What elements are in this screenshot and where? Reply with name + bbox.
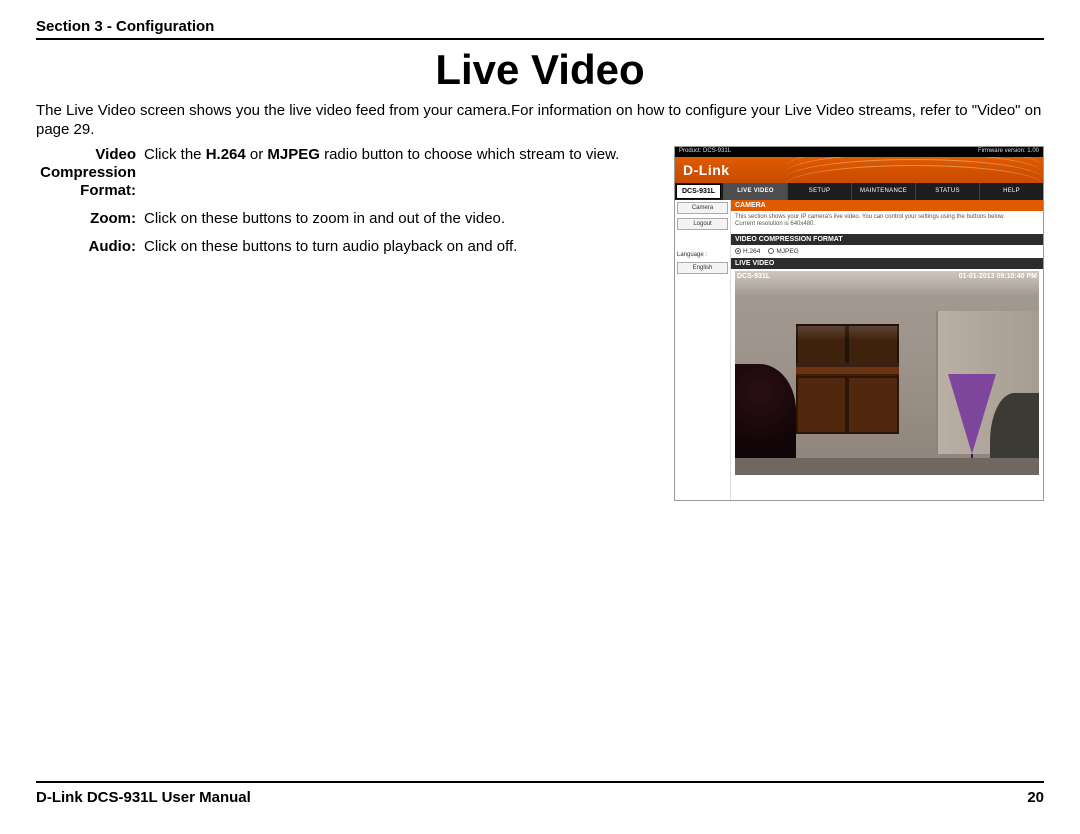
camera-desc1: This section shows your IP camera's live… <box>735 214 1005 220</box>
umbrella-icon <box>948 374 996 454</box>
brand-banner: D-Link <box>675 157 1043 183</box>
video-frame[interactable]: DCS-931L 01-01-2013 09:10:40 PM <box>735 271 1039 475</box>
model-chip: DCS-931L <box>676 184 721 199</box>
video-scene <box>735 271 1039 475</box>
def-vcf-label: Video Compression Format: <box>36 146 144 200</box>
video-wrap: DCS-931L 01-01-2013 09:10:40 PM <box>731 269 1043 479</box>
def-vcf-text: Click the H.264 or MJPEG radio button to… <box>144 146 619 200</box>
content-row: Video Compression Format: Click the H.26… <box>36 146 1044 501</box>
tab-status[interactable]: STATUS <box>915 183 979 200</box>
vcf-b1: H.264 <box>206 146 246 163</box>
vcf-post: radio button to choose which stream to v… <box>320 146 619 163</box>
language-label: Language : <box>677 252 728 258</box>
radio-mjpeg[interactable]: MJPEG <box>768 248 798 255</box>
radio-mjpeg-label: MJPEG <box>776 248 798 255</box>
def-zoom-text: Click on these buttons to zoom in and ou… <box>144 210 505 229</box>
vcf-options: H.264 MJPEG <box>731 245 1043 258</box>
vcf-b2: MJPEG <box>267 146 320 163</box>
ui-screenshot: Product: DCS-931L Firmware version: 1.00… <box>674 146 1044 501</box>
footer-page-number: 20 <box>1027 789 1044 806</box>
page-title: Live Video <box>36 46 1044 94</box>
footer: D-Link DCS-931L User Manual 20 <box>36 781 1044 806</box>
product-label: Product: DCS-931L <box>679 148 731 156</box>
def-vcf-label-text: Video Compression Format: <box>40 146 136 199</box>
tabbar: DCS-931L LIVE VIDEO SETUP MAINTENANCE ST… <box>675 183 1043 200</box>
brand-waves-icon <box>785 157 1043 183</box>
ui-main: CAMERA This section shows your IP camera… <box>731 200 1043 500</box>
def-audio-label: Audio: <box>36 238 144 257</box>
definitions: Video Compression Format: Click the H.26… <box>36 146 664 501</box>
live-panel-header: LIVE VIDEO <box>731 258 1043 269</box>
tab-help[interactable]: HELP <box>979 183 1043 200</box>
language-select[interactable]: English <box>677 262 728 274</box>
osd-timestamp: 01-01-2013 09:10:40 PM <box>959 273 1037 280</box>
footer-manual-title: D-Link DCS-931L User Manual <box>36 789 251 806</box>
radio-icon <box>768 248 774 254</box>
firmware-label: Firmware version: 1.00 <box>978 148 1039 156</box>
radio-icon <box>735 248 741 254</box>
intro-text: The Live Video screen shows you the live… <box>36 102 1044 140</box>
def-audio: Audio: Click on these buttons to turn au… <box>36 238 664 257</box>
vcf-mid: or <box>246 146 268 163</box>
sidebar-camera[interactable]: Camera <box>677 202 728 214</box>
sidebar: Camera Logout Language : English <box>675 200 731 500</box>
sidebar-logout[interactable]: Logout <box>677 218 728 230</box>
camera-panel-desc: This section shows your IP camera's live… <box>731 211 1043 234</box>
tab-maintenance[interactable]: MAINTENANCE <box>851 183 915 200</box>
tab-live-video[interactable]: LIVE VIDEO <box>723 183 787 200</box>
vcf-pre: Click the <box>144 146 206 163</box>
def-vcf: Video Compression Format: Click the H.26… <box>36 146 664 200</box>
def-zoom-label: Zoom: <box>36 210 144 229</box>
tab-setup[interactable]: SETUP <box>787 183 851 200</box>
osd-camera-name: DCS-931L <box>737 273 770 280</box>
def-zoom: Zoom: Click on these buttons to zoom in … <box>36 210 664 229</box>
camera-desc2: Current resolution is 640x480. <box>735 221 815 227</box>
ui-body: Camera Logout Language : English CAMERA … <box>675 200 1043 500</box>
vcf-panel-header: VIDEO COMPRESSION FORMAT <box>731 234 1043 245</box>
brand-logo: D-Link <box>683 162 730 178</box>
ui-topbar: Product: DCS-931L Firmware version: 1.00 <box>675 147 1043 157</box>
def-audio-text: Click on these buttons to turn audio pla… <box>144 238 517 257</box>
section-header: Section 3 - Configuration <box>36 18 1044 40</box>
radio-h264[interactable]: H.264 <box>735 248 760 255</box>
radio-h264-label: H.264 <box>743 248 760 255</box>
camera-panel-header: CAMERA <box>731 200 1043 211</box>
